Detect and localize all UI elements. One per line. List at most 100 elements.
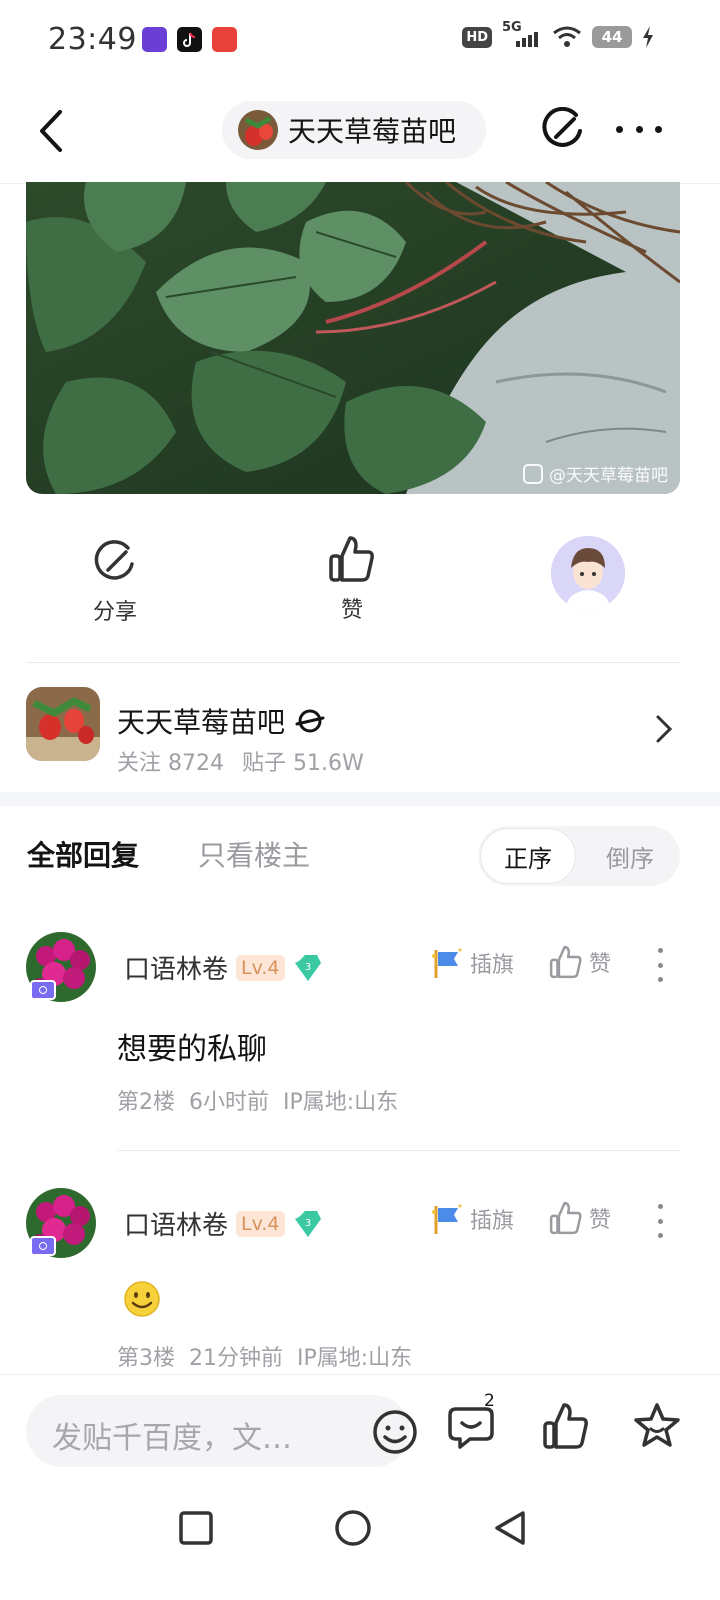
smile-emoji-icon (124, 1281, 160, 1317)
forum-card-title: 天天草莓苗吧 (117, 701, 325, 741)
charging-icon (643, 26, 653, 48)
system-navigation-bar (0, 1486, 720, 1600)
forum-stats: 关注 8724 贴子 51.6W (117, 745, 364, 777)
reply-tabs: 全部回复 只看楼主 正序 倒序 (0, 806, 720, 906)
tab-op-only[interactable]: 只看楼主 (198, 834, 310, 874)
tieba-logo-icon (523, 463, 543, 484)
floor-number: 第3楼 (117, 1346, 175, 1371)
xiaohongshu-icon (212, 27, 237, 52)
sort-toggle: 正序 倒序 (478, 826, 680, 886)
flag-icon (432, 948, 462, 978)
divider (26, 662, 680, 663)
reply-more-button[interactable] (656, 1204, 664, 1238)
reply-username[interactable]: 口语林卷 (124, 949, 228, 986)
reply-user-info: 口语林卷 Lv.4 3 (124, 949, 323, 986)
forum-card-avatar (26, 687, 100, 761)
follow-count: 关注 8724 (117, 751, 224, 776)
comment-count: 2 (484, 1391, 495, 1411)
sort-descending-button[interactable]: 倒序 (582, 828, 678, 884)
reply-username[interactable]: 口语林卷 (124, 1205, 228, 1242)
home-icon[interactable] (334, 1509, 372, 1547)
flag-icon (432, 1204, 462, 1234)
sort-ascending-button[interactable]: 正序 (480, 828, 576, 884)
share-action[interactable]: 分享 (92, 540, 138, 626)
comments-button[interactable]: 2 (446, 1375, 506, 1487)
notification-icons (142, 27, 237, 52)
tab-all-replies[interactable]: 全部回复 (27, 834, 139, 874)
reply-item: 口语林卷 Lv.4 3 插旗 赞 第3楼 21分钟前 IP属地:山东 (0, 1188, 720, 1374)
comment-input[interactable]: 发贴千百度，文… (26, 1395, 417, 1467)
forum-avatar (238, 110, 278, 150)
ip-location: IP属地:山东 (297, 1346, 413, 1371)
camera-badge-icon (30, 1236, 56, 1256)
wifi-icon (553, 26, 581, 47)
more-options-button[interactable] (616, 116, 662, 142)
thumbs-up-icon (329, 536, 374, 582)
flag-button[interactable]: 插旗 (430, 1202, 514, 1236)
user-avatar[interactable] (551, 536, 625, 610)
forum-title-pill[interactable]: 天天草莓苗吧 (222, 101, 486, 159)
dot (657, 948, 663, 953)
post-count: 贴子 51.6W (241, 751, 364, 776)
camera-badge-icon (30, 980, 56, 1000)
floor-number: 第2楼 (117, 1090, 175, 1115)
reply-time: 21分钟前 (189, 1346, 283, 1371)
gem-badge-icon: 3 (293, 953, 323, 983)
dot (657, 977, 663, 982)
dot (655, 125, 662, 133)
reply-time: 6小时前 (189, 1090, 269, 1115)
back-triangle-icon[interactable] (492, 1509, 528, 1547)
share-icon (94, 540, 134, 580)
status-bar: 23:49 HD 5G 44 (0, 0, 720, 80)
dot (657, 962, 663, 968)
flag-button[interactable]: 插旗 (430, 946, 514, 980)
recent-apps-icon[interactable] (178, 1510, 214, 1546)
dot (635, 125, 643, 133)
chevron-right-icon (656, 715, 673, 743)
level-badge: Lv.4 (236, 954, 285, 981)
chevron-left-icon (40, 110, 62, 152)
thumbs-up-icon (549, 945, 582, 979)
section-separator (0, 792, 720, 806)
reply-item: 口语林卷 Lv.4 3 插旗 赞 想要的私聊 第2楼 6小时前 IP属地:山东 (0, 932, 720, 1152)
svg-text:3: 3 (304, 962, 310, 973)
reply-like-button[interactable]: 赞 (549, 944, 611, 980)
dot (616, 125, 623, 133)
reply-user-info: 口语林卷 Lv.4 3 (124, 1205, 323, 1242)
status-time: 23:49 (48, 22, 137, 57)
ip-location: IP属地:山东 (283, 1090, 399, 1115)
star-icon[interactable] (632, 1401, 682, 1451)
bottom-action-bar: 发贴千百度，文… 2 (0, 1374, 720, 1486)
app-notification-icon (142, 27, 167, 52)
svg-text:3: 3 (304, 1218, 310, 1229)
tiktok-icon (177, 27, 202, 52)
forum-card[interactable]: 天天草莓苗吧 关注 8724 贴子 51.6W (0, 665, 720, 790)
thumbs-up-icon[interactable] (541, 1401, 591, 1451)
reply-like-button[interactable]: 赞 (549, 1200, 611, 1236)
signal-icon: 5G (502, 20, 542, 50)
forum-title: 天天草莓苗吧 (288, 115, 457, 148)
thumbs-up-icon (549, 1201, 582, 1235)
comment-placeholder: 发贴千百度，文… (52, 1421, 292, 1456)
post-image[interactable]: @天天草莓苗吧 (26, 182, 680, 494)
dot (657, 1218, 663, 1224)
hd-badge: HD (462, 26, 492, 48)
top-navigation: 天天草莓苗吧 (0, 80, 720, 184)
level-badge: Lv.4 (236, 1210, 285, 1237)
share-icon (542, 106, 582, 147)
dot (657, 1233, 663, 1238)
status-indicators: HD 5G 44 (462, 20, 654, 50)
planet-icon (295, 709, 325, 733)
reply-meta: 第3楼 21分钟前 IP属地:山东 (117, 1340, 412, 1372)
emoji-icon[interactable] (372, 1409, 418, 1455)
reply-content: 想要的私聊 (117, 1032, 267, 1067)
gem-badge-icon: 3 (293, 1209, 323, 1239)
like-action[interactable]: 赞 (328, 534, 376, 624)
battery-icon: 44 (592, 26, 632, 48)
divider (117, 1150, 680, 1151)
image-watermark: @天天草莓苗吧 (523, 461, 668, 486)
dot (657, 1204, 663, 1209)
back-button[interactable] (34, 108, 74, 154)
reply-more-button[interactable] (656, 948, 664, 982)
share-button[interactable] (540, 106, 586, 153)
